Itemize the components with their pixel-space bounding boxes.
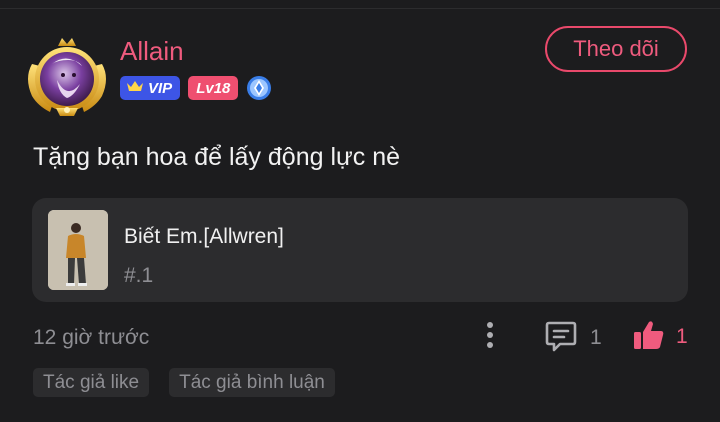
avatar[interactable]: [22, 34, 112, 118]
song-thumbnail: [48, 210, 108, 290]
username[interactable]: Allain: [120, 36, 184, 66]
comment-icon: [544, 319, 578, 358]
song-title: Biết Em.[Allwren]: [124, 225, 284, 248]
like-button[interactable]: 1: [632, 318, 688, 356]
tag-author-liked[interactable]: Tác giả like: [33, 368, 150, 397]
shield-badge-icon: [246, 75, 272, 101]
like-count: 1: [676, 325, 688, 348]
song-card[interactable]: Biết Em.[Allwren] #.1: [32, 198, 688, 302]
crown-icon: [126, 79, 144, 97]
song-rank: #.1: [124, 264, 154, 287]
divider: [0, 8, 720, 9]
more-vertical-icon: [485, 320, 495, 355]
timestamp: 12 giờ trước: [33, 326, 150, 349]
user-badges: VIP Lv18: [120, 75, 272, 101]
comment-button[interactable]: 1: [544, 320, 602, 356]
comment-text: Tặng bạn hoa để lấy động lực nè: [33, 143, 401, 171]
follow-button[interactable]: Theo dõi: [545, 26, 687, 72]
tag-list: Tác giả like Tác giả bình luận: [33, 368, 335, 397]
tag-author-commented[interactable]: Tác giả bình luận: [169, 368, 335, 397]
level-badge: Lv18: [188, 76, 239, 100]
comment-post: Allain VIP Lv18 Theo dõi Tặng bạn hoa để…: [0, 0, 720, 422]
thumbs-up-icon: [632, 318, 666, 357]
vip-label: VIP: [148, 79, 173, 97]
vip-badge: VIP: [120, 76, 181, 100]
comment-count: 1: [590, 326, 602, 349]
more-options-button[interactable]: [478, 320, 502, 354]
